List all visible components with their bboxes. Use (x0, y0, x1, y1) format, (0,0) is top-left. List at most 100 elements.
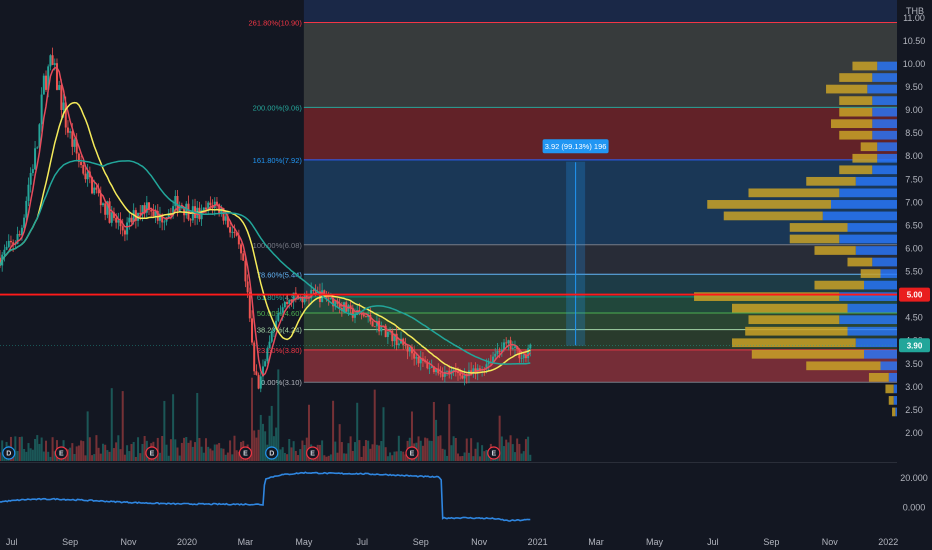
profile-bar-buy (855, 246, 897, 255)
profile-bar-sell (852, 153, 878, 163)
candle-body (36, 147, 39, 149)
candle-body (53, 63, 56, 65)
volume-bar (327, 455, 330, 461)
time-tick-label: May (295, 537, 313, 547)
volume-bar (178, 455, 181, 461)
volume-bar (165, 444, 168, 461)
measure-label: 3.92 (99.13%) 196 (545, 142, 607, 151)
volume-bar (75, 446, 78, 461)
volume-bar (213, 444, 216, 461)
volume-bar (340, 442, 343, 461)
volume-bar (80, 440, 83, 461)
fib-level-label: 23.60%(3.80) (257, 346, 303, 355)
event-marker[interactable]: E (238, 446, 253, 460)
profile-bar-sell (707, 200, 831, 209)
volume-bar (222, 448, 225, 461)
volume-bar (360, 456, 363, 461)
volume-bar (27, 443, 30, 461)
candle-body (380, 326, 383, 332)
volume-bar (14, 436, 17, 461)
candle-body (452, 369, 455, 371)
volume-bar (395, 451, 398, 461)
volume-bar (443, 449, 446, 461)
candle-body (386, 331, 389, 338)
candle-body (29, 173, 32, 185)
volume-bar (23, 448, 26, 461)
volume-bar (472, 456, 475, 461)
volume-bar (463, 452, 466, 461)
event-marker-letter: E (491, 451, 496, 458)
profile-bar-sell (888, 396, 894, 405)
volume-bar (200, 446, 203, 461)
volume-bar (283, 452, 286, 461)
volume-bar (397, 435, 400, 461)
profile-bar-sell (839, 107, 873, 117)
volume-bar (88, 437, 91, 461)
volume-bar (354, 442, 357, 461)
volume-bar (417, 436, 420, 461)
volume-bar (51, 437, 54, 461)
profile-bar-buy (877, 61, 897, 71)
volume-bar (97, 447, 100, 461)
event-marker[interactable]: E (405, 446, 419, 460)
volume-bar (169, 439, 172, 461)
volume-bar (391, 455, 394, 461)
price-badge-label: 5.00 (907, 291, 923, 300)
event-marker[interactable]: D (265, 446, 279, 460)
volume-bar (516, 438, 519, 461)
profile-bar-sell (806, 361, 881, 371)
volume-bar (128, 451, 131, 461)
candle-body (104, 203, 107, 215)
profile-bar-buy (847, 223, 897, 232)
candle-body (347, 305, 350, 312)
candle-body (62, 102, 65, 110)
profile-bar-sell (860, 142, 878, 152)
candle-body (251, 318, 254, 343)
volume-bar (161, 435, 164, 461)
candle-body (498, 351, 501, 352)
candle-body (268, 341, 271, 349)
event-marker[interactable]: E (306, 446, 320, 460)
time-tick-label: Sep (763, 537, 779, 547)
volume-bar (207, 446, 210, 461)
volume-bar (264, 431, 267, 461)
candle-body (281, 307, 284, 313)
candle-body (73, 139, 76, 147)
volume-bar (465, 438, 468, 461)
volume-bar (84, 455, 87, 461)
volume-bar (518, 443, 521, 461)
profile-bar-sell (831, 119, 873, 129)
profile-bar-buy (867, 84, 897, 94)
volume-bar (45, 440, 48, 461)
volume-bar (371, 444, 374, 461)
volume-bar (325, 456, 328, 461)
volume-bar (141, 443, 144, 461)
volume-bar (297, 455, 300, 461)
event-marker[interactable]: E (145, 446, 159, 460)
candle-body (128, 217, 131, 223)
event-marker[interactable]: E (487, 446, 501, 460)
event-marker[interactable]: E (54, 446, 68, 460)
volume-bar (424, 437, 427, 461)
volume-bar (437, 436, 440, 461)
stock-chart[interactable]: 0.00%(3.10)23.60%(3.80)38.20%(4.24)50.00… (0, 0, 932, 550)
oscillator-tick-label: 20.000 (900, 473, 928, 483)
volume-bar (143, 435, 146, 461)
price-tick-label: 9.50 (905, 82, 923, 92)
event-marker-letter: E (59, 451, 64, 458)
volume-bar (235, 450, 238, 461)
candle-body (408, 347, 411, 352)
volume-bar (301, 440, 304, 461)
candle-body (255, 371, 258, 375)
candle-body (279, 312, 282, 314)
volume-bar (430, 440, 433, 461)
volume-bar (224, 454, 227, 461)
volume-bar (279, 449, 282, 461)
candle-body (511, 347, 514, 349)
profile-bar-sell (694, 292, 840, 301)
volume-bar (209, 448, 212, 461)
volume-bar (163, 400, 166, 461)
volume-bar (172, 394, 175, 461)
profile-bar-sell (789, 234, 840, 244)
event-marker[interactable]: D (2, 446, 16, 460)
